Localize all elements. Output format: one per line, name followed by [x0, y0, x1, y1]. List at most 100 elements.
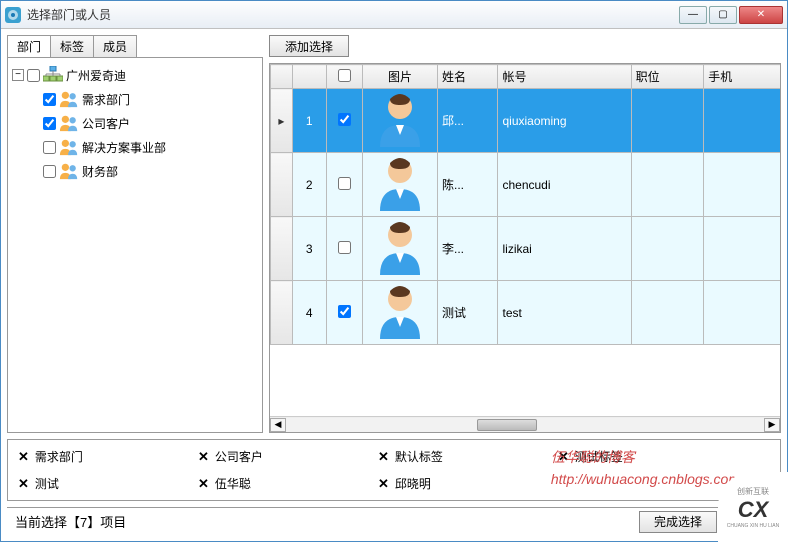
tree-node-label: 公司客户 — [82, 115, 130, 132]
window-title: 选择部门或人员 — [27, 6, 679, 23]
remove-icon[interactable]: ✕ — [18, 476, 29, 492]
phone-cell — [704, 281, 780, 345]
selected-item: ✕ 公司客户 — [198, 448, 288, 465]
phone-cell — [704, 153, 780, 217]
tree-node-checkbox[interactable] — [43, 117, 56, 130]
tree-node-label: 需求部门 — [82, 91, 130, 108]
tree-node[interactable]: 财务部 — [28, 160, 260, 182]
selected-item: ✕ 需求部门 — [18, 448, 108, 465]
selected-item-label: 邱晓明 — [395, 475, 431, 492]
position-cell — [631, 281, 704, 345]
org-icon — [43, 65, 63, 85]
col-img-header[interactable]: 图片 — [362, 65, 437, 89]
selected-item-label: 伍华聪 — [215, 475, 251, 492]
people-icon — [59, 113, 79, 133]
status-bar: 当前选择【7】项目 完成选择 清 — [7, 507, 781, 535]
account-cell: qiuxiaoming — [498, 89, 631, 153]
position-cell — [631, 153, 704, 217]
people-icon — [59, 161, 79, 181]
horizontal-scrollbar[interactable]: ◀ ▶ — [270, 416, 780, 432]
row-index: 3 — [292, 217, 326, 281]
tree-panel: − 广州爱奇迪 需求部门 公司客户 — [7, 57, 263, 433]
table-row[interactable]: 4 测试 test — [271, 281, 781, 345]
row-checkbox[interactable] — [338, 177, 351, 190]
tree-root-label: 广州爱奇迪 — [66, 67, 126, 84]
tree-node-checkbox[interactable] — [43, 165, 56, 178]
col-pos-header[interactable]: 职位 — [631, 65, 704, 89]
selected-item: ✕ 测试 — [18, 475, 108, 492]
remove-icon[interactable]: ✕ — [18, 449, 29, 465]
remove-icon[interactable]: ✕ — [198, 449, 209, 465]
confirm-button[interactable]: 完成选择 — [639, 511, 717, 533]
selected-item-label: 需求部门 — [35, 448, 83, 465]
col-name-header[interactable]: 姓名 — [437, 65, 498, 89]
tree-node-checkbox[interactable] — [43, 141, 56, 154]
avatar-cell — [362, 153, 437, 217]
minimize-button[interactable]: — — [679, 6, 707, 24]
row-indicator — [271, 217, 293, 281]
account-cell: chencudi — [498, 153, 631, 217]
selected-item: ✕ 伍华聪 — [198, 475, 288, 492]
remove-icon[interactable]: ✕ — [198, 476, 209, 492]
collapse-icon[interactable]: − — [12, 69, 24, 81]
phone-cell — [704, 89, 780, 153]
watermark-title: 伍华聪的博客 — [551, 446, 740, 468]
tree-root[interactable]: − 广州爱奇迪 — [12, 64, 260, 86]
phone-cell — [704, 217, 780, 281]
people-icon — [59, 89, 79, 109]
tree-node-label: 财务部 — [82, 163, 118, 180]
account-cell: lizikai — [498, 217, 631, 281]
row-checkbox[interactable] — [338, 305, 351, 318]
selected-panel: ✕需求部门✕公司客户✕默认标签✕测试标签 ✕测试✕伍华聪✕邱晓明 伍华聪的博客 … — [7, 439, 781, 501]
add-selection-button[interactable]: 添加选择 — [269, 35, 349, 57]
col-acct-header[interactable]: 帐号 — [498, 65, 631, 89]
row-checkbox[interactable] — [338, 241, 351, 254]
tab-dept[interactable]: 部门 — [7, 35, 51, 57]
row-indicator — [271, 153, 293, 217]
brand-logo: 创新互联 CX CHUANG XIN HU LIAN — [718, 472, 788, 542]
data-grid: 图片 姓名 帐号 职位 手机 邮箱 ▸ 1 邱... qiuxiaomin — [270, 64, 780, 345]
remove-icon[interactable]: ✕ — [378, 476, 389, 492]
col-check-header[interactable] — [326, 65, 362, 89]
tree-root-checkbox[interactable] — [27, 69, 40, 82]
avatar-cell — [362, 281, 437, 345]
tree-node[interactable]: 公司客户 — [28, 112, 260, 134]
selected-item-label: 默认标签 — [395, 448, 443, 465]
scroll-thumb[interactable] — [477, 419, 537, 431]
watermark-url: http://wuhuacong.cnblogs.com — [551, 468, 740, 490]
scroll-left-icon[interactable]: ◀ — [270, 418, 286, 432]
selected-item-label: 测试 — [35, 475, 59, 492]
table-row[interactable]: 3 李... lizikai — [271, 217, 781, 281]
tree-node[interactable]: 解决方案事业部 — [28, 136, 260, 158]
people-icon — [59, 137, 79, 157]
table-row[interactable]: ▸ 1 邱... qiuxiaoming — [271, 89, 781, 153]
scroll-right-icon[interactable]: ▶ — [764, 418, 780, 432]
avatar-cell — [362, 217, 437, 281]
tree-node-label: 解决方案事业部 — [82, 139, 166, 156]
name-cell: 邱... — [437, 89, 498, 153]
position-cell — [631, 217, 704, 281]
account-cell: test — [498, 281, 631, 345]
selected-item-label: 公司客户 — [215, 448, 263, 465]
tabs: 部门 标签 成员 — [7, 35, 263, 57]
tree-node-checkbox[interactable] — [43, 93, 56, 106]
avatar-cell — [362, 89, 437, 153]
name-cell: 陈... — [437, 153, 498, 217]
tab-member[interactable]: 成员 — [93, 35, 137, 57]
maximize-button[interactable]: ▢ — [709, 6, 737, 24]
table-row[interactable]: 2 陈... chencudi — [271, 153, 781, 217]
tab-tag[interactable]: 标签 — [50, 35, 94, 57]
tree-node[interactable]: 需求部门 — [28, 88, 260, 110]
watermark: 伍华聪的博客 http://wuhuacong.cnblogs.com — [551, 446, 740, 491]
row-index: 4 — [292, 281, 326, 345]
grid-panel: 图片 姓名 帐号 职位 手机 邮箱 ▸ 1 邱... qiuxiaomin — [269, 63, 781, 433]
name-cell: 李... — [437, 217, 498, 281]
name-cell: 测试 — [437, 281, 498, 345]
position-cell — [631, 89, 704, 153]
remove-icon[interactable]: ✕ — [378, 449, 389, 465]
header-checkbox[interactable] — [338, 69, 351, 82]
selected-item: ✕ 默认标签 — [378, 448, 468, 465]
close-button[interactable]: ✕ — [739, 6, 783, 24]
col-phone-header[interactable]: 手机 — [704, 65, 780, 89]
row-checkbox[interactable] — [338, 113, 351, 126]
